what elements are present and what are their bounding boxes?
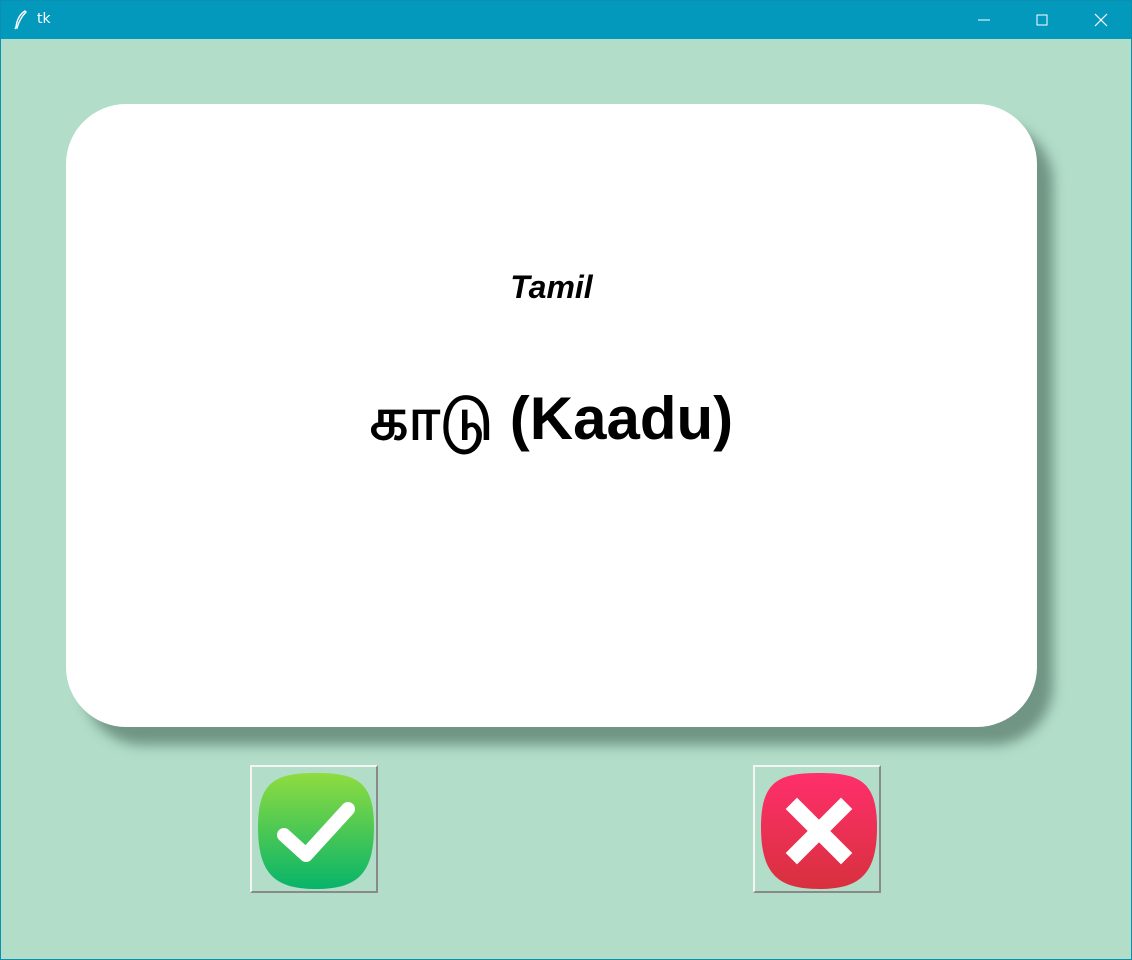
checkmark-icon [258, 773, 374, 889]
card-language-title: Tamil [510, 269, 593, 305]
maximize-button[interactable] [1013, 1, 1071, 39]
flash-card: Tamil காடு (Kaadu) [66, 104, 1037, 727]
card-word: காடு (Kaadu) [369, 385, 734, 452]
cross-icon [761, 773, 877, 889]
title-bar[interactable]: tk [1, 1, 1131, 39]
right-answer-button[interactable] [250, 765, 378, 893]
app-window: tk Tamil காடு (Kaadu) [0, 0, 1132, 960]
wrong-answer-button[interactable] [753, 765, 881, 893]
close-icon [1094, 13, 1108, 27]
maximize-icon [1036, 14, 1048, 26]
minimize-icon [978, 19, 990, 21]
minimize-button[interactable] [955, 1, 1013, 39]
tk-feather-icon [14, 10, 27, 30]
close-button[interactable] [1072, 1, 1130, 39]
window-title: tk [37, 11, 51, 27]
